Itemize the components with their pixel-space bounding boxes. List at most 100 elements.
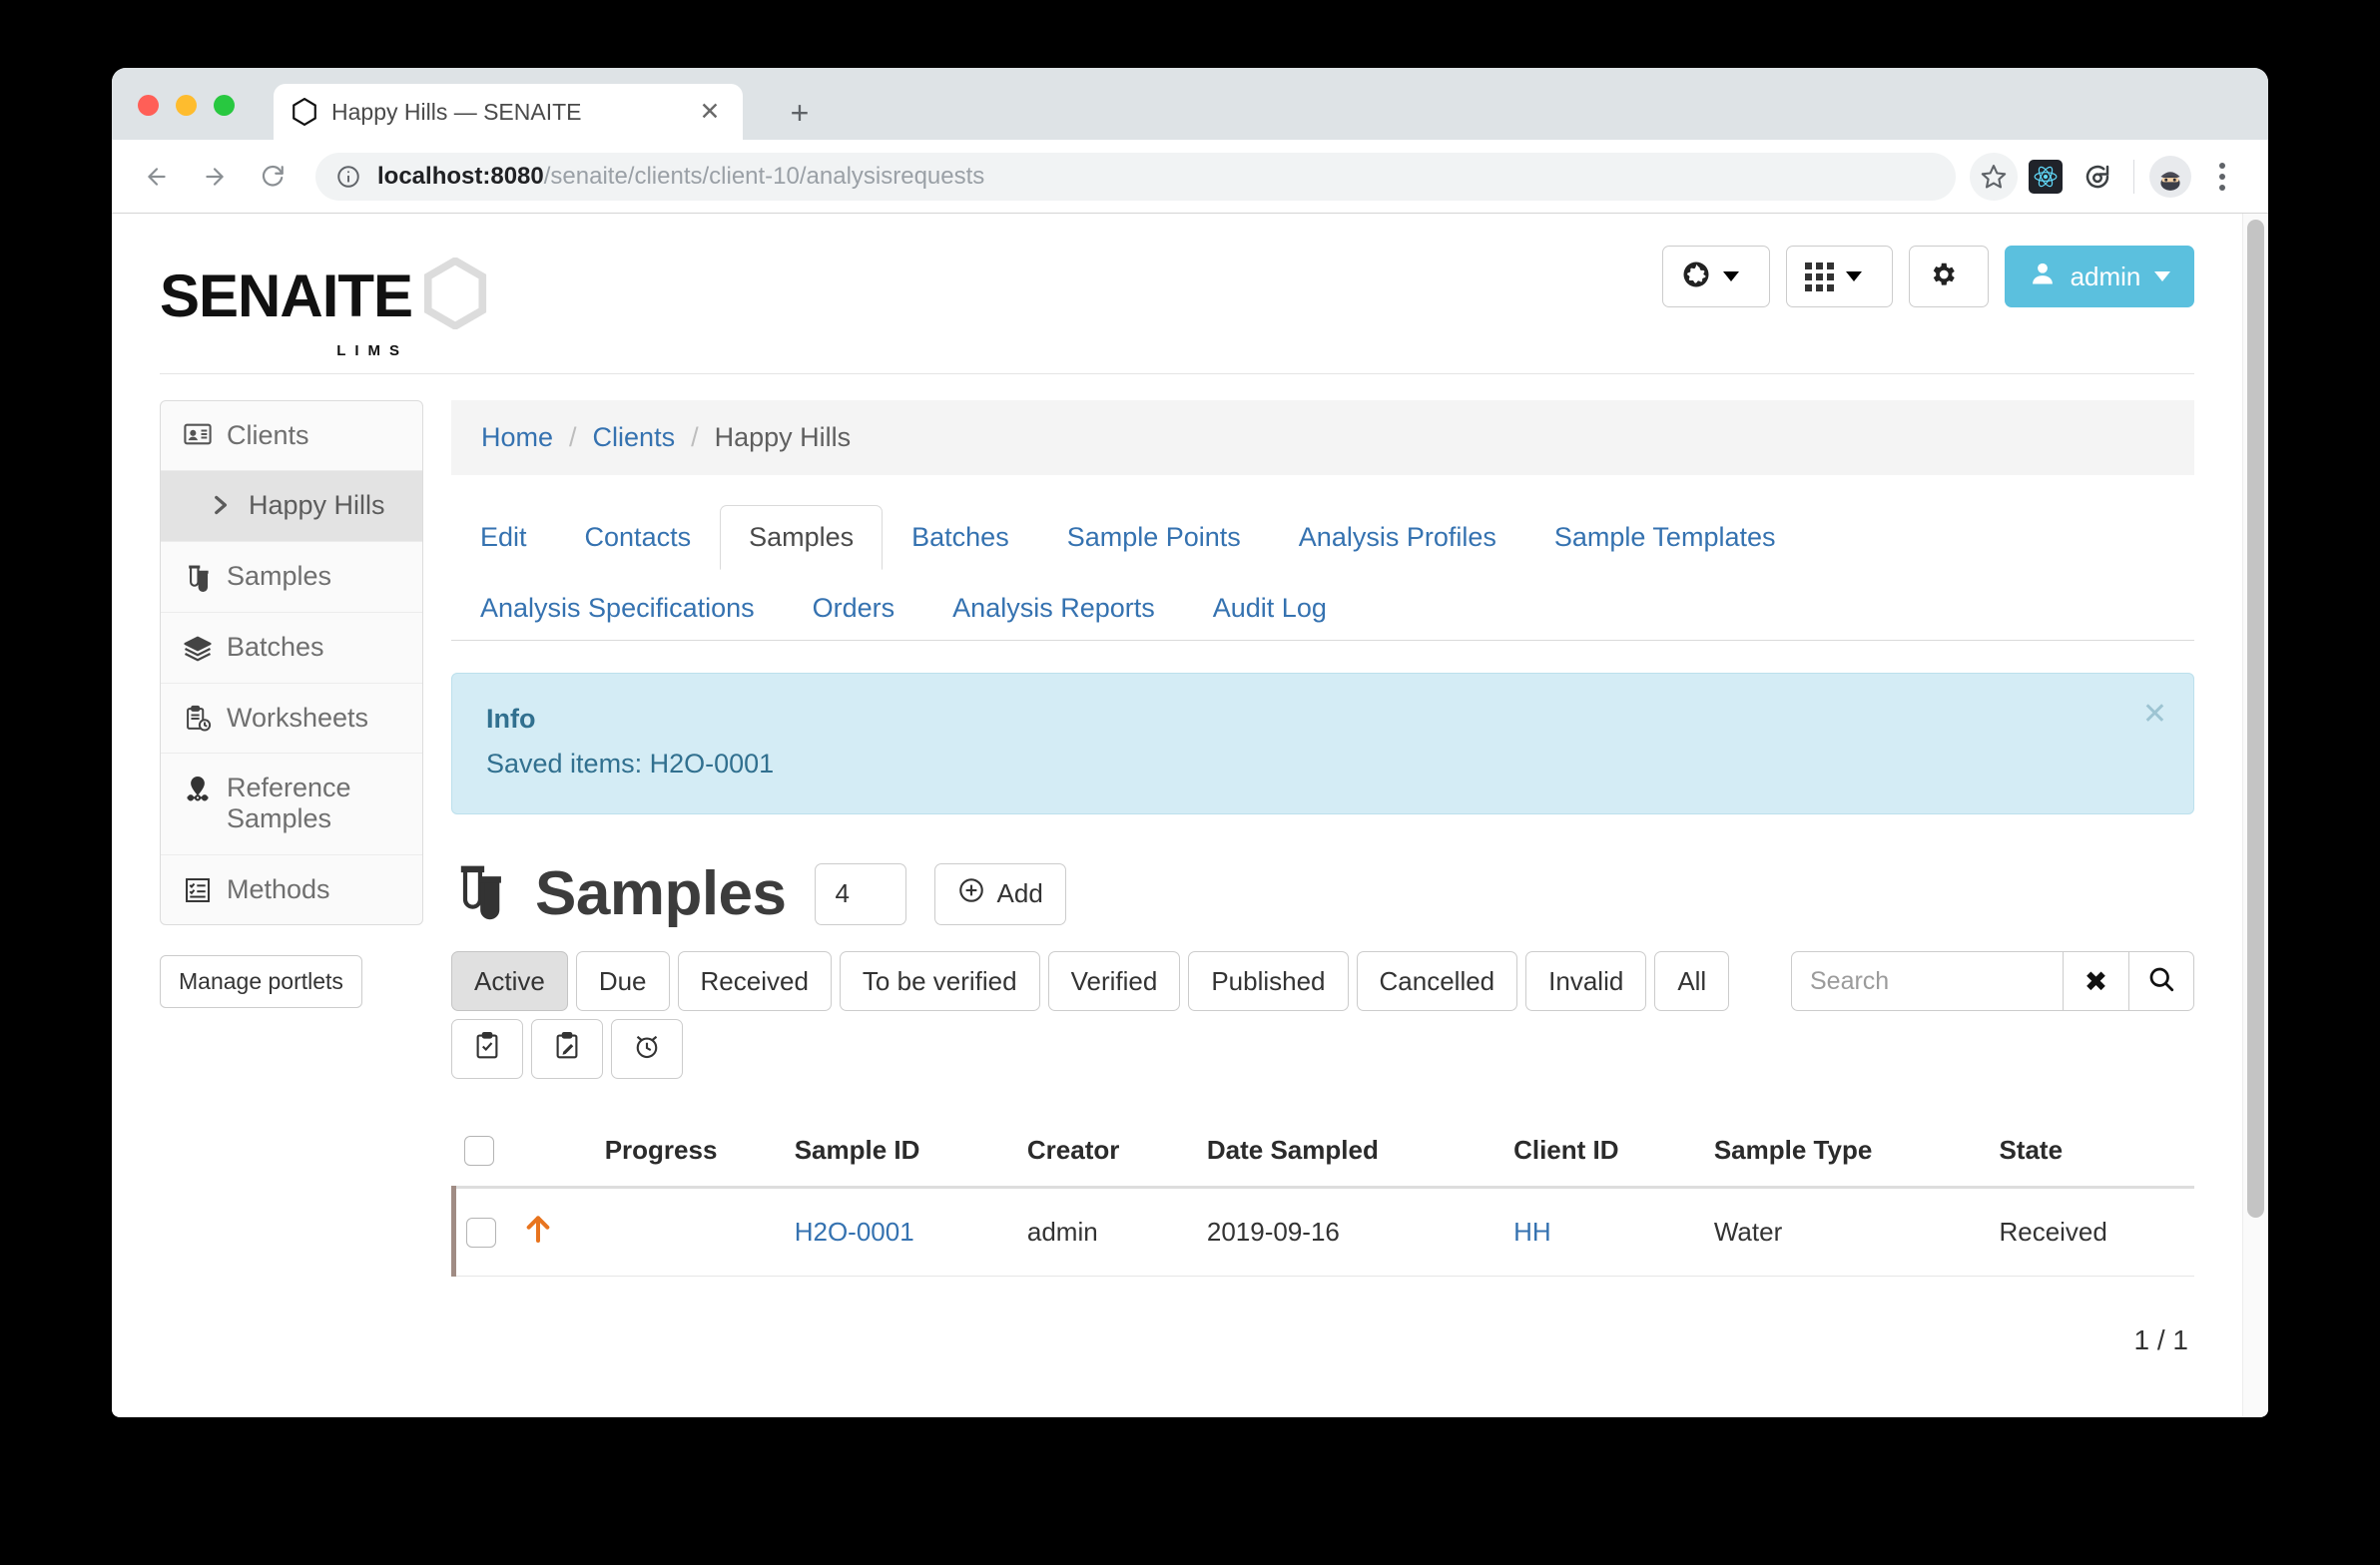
sidebar-item-label: Clients bbox=[227, 420, 309, 450]
tab-audit-log[interactable]: Audit Log bbox=[1184, 576, 1356, 641]
column-header-state[interactable]: State bbox=[1989, 1119, 2194, 1189]
filter-all[interactable]: All bbox=[1654, 951, 1730, 1011]
sidebar-item-reference-samples[interactable]: Reference Samples bbox=[161, 754, 422, 855]
search-input[interactable] bbox=[1791, 951, 2063, 1011]
close-tab-button[interactable]: ✕ bbox=[695, 97, 725, 127]
search-button[interactable] bbox=[2128, 951, 2194, 1011]
tab-orders[interactable]: Orders bbox=[784, 576, 924, 641]
sidebar-item-batches[interactable]: Batches bbox=[161, 613, 422, 684]
column-header-sample-type[interactable]: Sample Type bbox=[1703, 1119, 1990, 1189]
sample-id-link[interactable]: H2O-0001 bbox=[795, 1217, 914, 1247]
tab-analysis-profiles[interactable]: Analysis Profiles bbox=[1270, 505, 1525, 570]
up-arrow-icon bbox=[522, 1216, 554, 1255]
senaite-header: SENAITE LIMS admin bbox=[112, 214, 2242, 373]
apps-grid-button[interactable] bbox=[1786, 246, 1893, 307]
layers-icon bbox=[183, 632, 213, 664]
filter-print-stickers-button[interactable] bbox=[451, 1019, 523, 1079]
add-sample-button[interactable]: Add bbox=[933, 862, 1066, 925]
scrollbar-thumb[interactable] bbox=[2247, 220, 2264, 1218]
toolbar-divider bbox=[2133, 159, 2134, 194]
close-window-button[interactable] bbox=[138, 95, 159, 116]
row-checkbox[interactable] bbox=[466, 1217, 496, 1248]
table-header-row: Progress Sample ID Creator Date Sampled … bbox=[453, 1119, 2194, 1189]
info-alert: Info Saved items: H2O-0001 ✕ bbox=[451, 673, 2194, 814]
info-circle-icon[interactable] bbox=[335, 164, 361, 190]
sample-count-input[interactable]: 4 bbox=[814, 862, 906, 925]
url-path: /senaite/clients/client-10/analysisreque… bbox=[543, 162, 985, 190]
filter-active[interactable]: Active bbox=[451, 951, 568, 1011]
sidebar-item-clients[interactable]: Clients bbox=[161, 401, 422, 472]
tab-analysis-reports[interactable]: Analysis Reports bbox=[923, 576, 1184, 641]
select-all-checkbox[interactable] bbox=[463, 1135, 494, 1166]
filter-cancelled[interactable]: Cancelled bbox=[1356, 951, 1518, 1011]
table-head: Progress Sample ID Creator Date Sampled … bbox=[453, 1119, 2194, 1189]
react-devtools-icon[interactable] bbox=[2022, 153, 2070, 201]
sync-refresh-icon[interactable] bbox=[2074, 153, 2121, 201]
filter-received[interactable]: Received bbox=[677, 951, 832, 1011]
reload-icon[interactable] bbox=[250, 154, 296, 200]
row-sample-id-cell: H2O-0001 bbox=[784, 1187, 1017, 1277]
column-header-creator[interactable]: Creator bbox=[1016, 1119, 1197, 1189]
hexagon-icon bbox=[292, 97, 317, 127]
tab-samples[interactable]: Samples bbox=[720, 505, 884, 570]
sidebar-item-samples[interactable]: Samples bbox=[161, 542, 422, 613]
senaite-logo[interactable]: SENAITE LIMS bbox=[160, 256, 488, 359]
page-title: Samples bbox=[535, 859, 787, 928]
tab-analysis-specifications[interactable]: Analysis Specifications bbox=[451, 576, 784, 641]
filter-published[interactable]: Published bbox=[1188, 951, 1349, 1011]
breadcrumb-home[interactable]: Home bbox=[481, 422, 553, 453]
sidebar-item-methods[interactable]: Methods bbox=[161, 855, 422, 924]
gear-icon bbox=[1928, 260, 1958, 294]
incognito-avatar-icon[interactable] bbox=[2146, 153, 2194, 201]
filter-due[interactable]: Due bbox=[575, 951, 670, 1011]
back-arrow-icon[interactable] bbox=[134, 154, 180, 200]
listing-filters: Active Due Received To be verified Verif… bbox=[451, 951, 2194, 1079]
content-tabs-row-1: Edit Contacts Samples Batches Sample Poi… bbox=[451, 505, 2194, 570]
tab-contacts[interactable]: Contacts bbox=[556, 505, 721, 570]
page-scrollbar[interactable] bbox=[2242, 214, 2268, 1416]
sidebar-item-happy-hills[interactable]: Happy Hills bbox=[161, 471, 422, 542]
column-header-date-sampled[interactable]: Date Sampled bbox=[1196, 1119, 1504, 1189]
filter-invalid[interactable]: Invalid bbox=[1525, 951, 1647, 1011]
id-card-icon bbox=[183, 420, 213, 446]
clipboard-pencil-icon bbox=[552, 1031, 582, 1068]
row-creator-cell: admin bbox=[1016, 1187, 1197, 1277]
select-all-header bbox=[453, 1119, 512, 1189]
filter-edit-results-button[interactable] bbox=[531, 1019, 603, 1079]
samples-table: Progress Sample ID Creator Date Sampled … bbox=[451, 1119, 2194, 1277]
table-row[interactable]: H2O-0001 admin 2019-09-16 HH Water Recei… bbox=[453, 1187, 2194, 1277]
star-icon[interactable] bbox=[1970, 152, 2018, 201]
browser-tab[interactable]: Happy Hills — SENAITE ✕ bbox=[274, 84, 743, 140]
row-select-cell bbox=[453, 1187, 512, 1277]
kebab-menu-icon[interactable] bbox=[2198, 153, 2246, 201]
maximize-window-button[interactable] bbox=[214, 95, 235, 116]
tab-sample-points[interactable]: Sample Points bbox=[1038, 505, 1270, 570]
tab-sample-templates[interactable]: Sample Templates bbox=[1525, 505, 1805, 570]
filter-verified[interactable]: Verified bbox=[1047, 951, 1181, 1011]
close-icon[interactable]: ✕ bbox=[2142, 700, 2167, 730]
chevron-down-icon bbox=[2154, 271, 2171, 281]
breadcrumb: Home / Clients / Happy Hills bbox=[451, 400, 2194, 475]
manage-portlets-button[interactable]: Manage portlets bbox=[160, 954, 362, 1008]
column-header-sample-id[interactable]: Sample ID bbox=[784, 1119, 1017, 1189]
tab-batches[interactable]: Batches bbox=[883, 505, 1038, 570]
clear-search-button[interactable]: ✖ bbox=[2063, 951, 2128, 1011]
column-header-client-id[interactable]: Client ID bbox=[1503, 1119, 1704, 1189]
user-menu-button[interactable]: admin bbox=[2005, 246, 2194, 307]
minimize-window-button[interactable] bbox=[176, 95, 197, 116]
forward-arrow-icon[interactable] bbox=[192, 154, 238, 200]
breadcrumb-clients[interactable]: Clients bbox=[593, 422, 676, 453]
column-header-progress[interactable]: Progress bbox=[594, 1119, 785, 1189]
client-id-link[interactable]: HH bbox=[1513, 1217, 1551, 1247]
address-bar[interactable]: localhost:8080/senaite/clients/client-10… bbox=[315, 152, 1956, 201]
language-selector-button[interactable] bbox=[1662, 246, 1770, 307]
settings-button[interactable] bbox=[1909, 246, 1989, 307]
row-sample-type-cell: Water bbox=[1703, 1187, 1990, 1277]
row-state-cell: Received bbox=[1989, 1187, 2194, 1277]
sidebar-item-worksheets[interactable]: Worksheets bbox=[161, 684, 422, 754]
filter-to-be-verified[interactable]: To be verified bbox=[839, 951, 1040, 1011]
tab-edit[interactable]: Edit bbox=[451, 505, 556, 570]
chevron-down-icon bbox=[1723, 271, 1739, 281]
filter-late-samples-button[interactable] bbox=[611, 1019, 683, 1079]
new-tab-button[interactable]: + bbox=[783, 96, 817, 130]
